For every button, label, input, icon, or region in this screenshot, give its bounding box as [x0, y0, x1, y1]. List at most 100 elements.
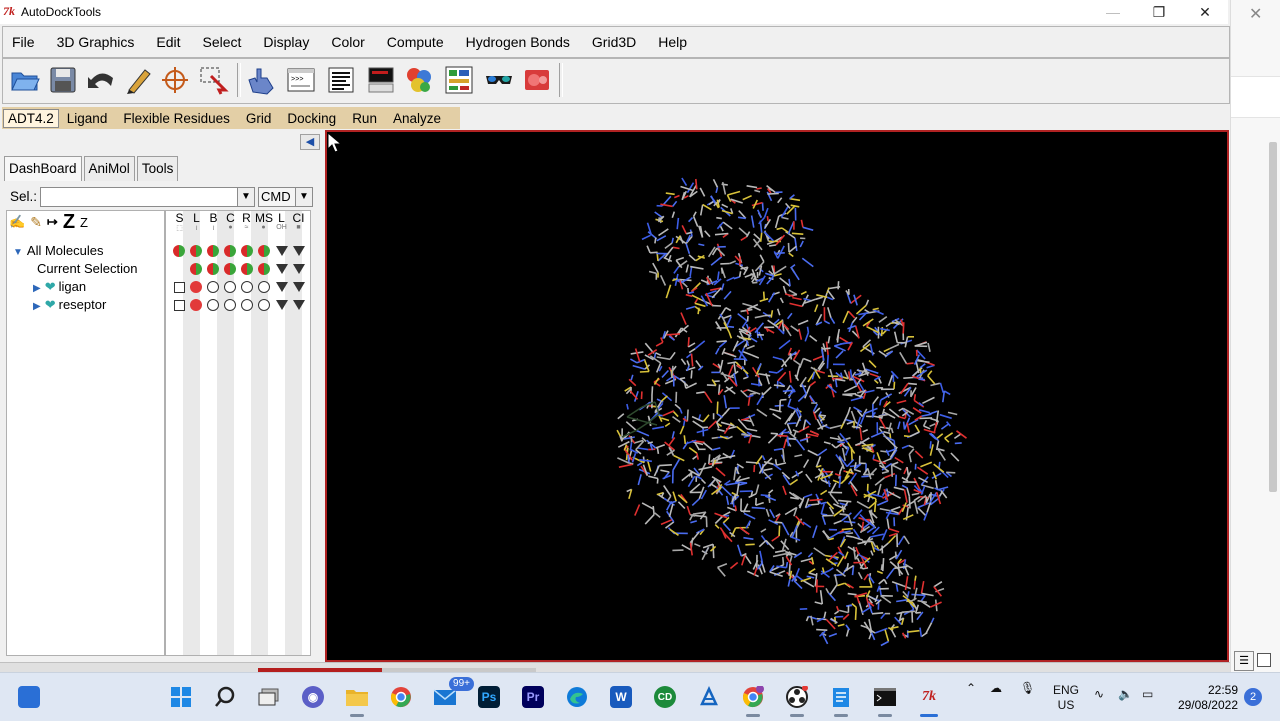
toggle-b-current[interactable] [207, 263, 219, 275]
toggle-b-all[interactable] [207, 245, 219, 257]
clock[interactable]: 22:59 29/08/2022 [1168, 683, 1238, 713]
toggle-ms-ligan[interactable] [258, 281, 270, 293]
selection-dropdown-icon[interactable]: ▼ [237, 187, 255, 207]
onedrive-icon[interactable]: ☁ [990, 681, 1002, 695]
show-hidden-icons-icon[interactable]: ⌃ [966, 681, 976, 695]
task-view-icon[interactable] [252, 681, 286, 713]
notification-badge[interactable]: 2 [1244, 688, 1262, 706]
adt-menu-ligand[interactable]: Ligand [59, 111, 116, 126]
notepad-icon[interactable] [824, 681, 858, 713]
toggle-l-ligan[interactable] [190, 281, 202, 293]
tree-item-ligan[interactable]: ▶❤ligan [33, 279, 86, 295]
menu-ci-reseptor-icon[interactable] [293, 300, 305, 310]
col-header-b[interactable]: B [205, 211, 222, 225]
menu-hydrogen-bonds[interactable]: Hydrogen Bonds [457, 34, 579, 50]
menu-display[interactable]: Display [254, 34, 318, 50]
3d-viewer-canvas[interactable] [325, 130, 1229, 662]
search-icon[interactable] [208, 681, 242, 713]
resize-box-icon[interactable] [1257, 653, 1271, 667]
pencil-tool-icon[interactable]: ✎ [30, 214, 42, 231]
save-icon[interactable] [45, 62, 81, 98]
autodocktools-taskbar-icon[interactable]: 7k [912, 681, 946, 713]
molecule-structure[interactable] [327, 132, 1227, 660]
premiere-icon[interactable]: Pr [516, 681, 550, 713]
collapse-panel-arrow-icon[interactable]: ◀ [300, 134, 320, 150]
menu-select[interactable]: Select [194, 34, 251, 50]
toggle-r-all[interactable] [241, 245, 253, 257]
toggle-ms-all[interactable] [258, 245, 270, 257]
menu-color[interactable]: Color [322, 34, 373, 50]
hand-icon[interactable] [243, 62, 279, 98]
select-tool-icon[interactable]: ✍ [9, 214, 25, 230]
toggle-b-ligan[interactable] [207, 281, 219, 293]
obs-icon[interactable] [780, 681, 814, 713]
expand-triangle-icon[interactable]: ▶ [33, 301, 41, 312]
col-header-l2[interactable]: L [273, 211, 290, 225]
menu-edit[interactable]: Edit [147, 34, 189, 50]
adt-menu-analyze[interactable]: Analyze [385, 111, 449, 126]
tree-item-all-molecules[interactable]: ▼All Molecules [13, 243, 104, 258]
z-large-icon[interactable]: Z [63, 211, 75, 234]
photoshop-icon[interactable]: Ps [472, 681, 506, 713]
menu-l-all-icon[interactable] [276, 246, 288, 256]
cmd-select[interactable]: CMD [258, 187, 296, 207]
color-molecule-icon[interactable] [401, 62, 437, 98]
wifi-icon[interactable]: ∿ [1094, 687, 1104, 701]
menu-l-reseptor-icon[interactable] [276, 300, 288, 310]
minimize-icon[interactable]: — [1090, 0, 1136, 24]
chrome-profile-icon[interactable] [736, 681, 770, 713]
col-header-ms[interactable]: MS [255, 211, 272, 225]
microphone-icon[interactable]: 🎙 [1020, 681, 1035, 695]
toggle-l-current[interactable] [190, 263, 202, 275]
discovery-studio-icon[interactable] [692, 681, 726, 713]
menu-ci-ligan-icon[interactable] [293, 282, 305, 292]
toggle-b-reseptor[interactable] [207, 299, 219, 311]
cmd-dropdown-icon[interactable]: ▼ [295, 187, 313, 207]
open-folder-icon[interactable] [7, 62, 43, 98]
menu-file[interactable]: File [3, 34, 44, 50]
chemdraw-icon[interactable]: CD [648, 681, 682, 713]
crosshair-icon[interactable] [157, 62, 193, 98]
volume-icon[interactable]: 🔈 [1118, 687, 1133, 701]
toggle-r-ligan[interactable] [241, 281, 253, 293]
windows-start-icon[interactable] [164, 681, 198, 713]
word-icon[interactable]: W [604, 681, 638, 713]
col-header-l[interactable]: L [188, 211, 205, 225]
z-small-icon[interactable]: Z [80, 215, 88, 230]
col-header-s[interactable]: S [171, 211, 188, 225]
tree-item-reseptor[interactable]: ▶❤reseptor [33, 297, 106, 313]
toggle-c-reseptor[interactable] [224, 299, 236, 311]
col-header-c[interactable]: C [222, 211, 239, 225]
adt-menu-flexible-residues[interactable]: Flexible Residues [115, 111, 238, 126]
toggle-l-reseptor[interactable] [190, 299, 202, 311]
movie-icon[interactable] [519, 62, 555, 98]
collapse-triangle-icon[interactable]: ▼ [13, 247, 23, 258]
menu-compute[interactable]: Compute [378, 34, 453, 50]
toggle-c-current[interactable] [224, 263, 236, 275]
checkbox-s-ligan[interactable] [174, 282, 185, 293]
toggle-c-ligan[interactable] [224, 281, 236, 293]
python-shell-icon[interactable]: >>> [283, 62, 319, 98]
menu-ci-all-icon[interactable] [293, 246, 305, 256]
menu-help[interactable]: Help [649, 34, 696, 50]
battery-icon[interactable]: ▭ [1142, 687, 1153, 701]
edge-icon[interactable] [560, 681, 594, 713]
file-explorer-icon[interactable] [340, 681, 374, 713]
col-header-r[interactable]: R [238, 211, 255, 225]
monitor-icon[interactable] [363, 62, 399, 98]
background-close-icon[interactable]: ✕ [1249, 4, 1262, 24]
menu-3d-graphics[interactable]: 3D Graphics [48, 34, 144, 50]
tab-dashboard[interactable]: DashBoard [4, 156, 82, 181]
menu-l-current-icon[interactable] [276, 264, 288, 274]
width-tool-icon[interactable]: ↦ [47, 214, 58, 230]
stereo-glasses-icon[interactable] [481, 62, 517, 98]
terminal-icon[interactable] [868, 681, 902, 713]
toggle-l-all[interactable] [190, 245, 202, 257]
pencil-icon[interactable] [121, 62, 157, 98]
col-header-ci[interactable]: CI [290, 211, 307, 225]
menu-ci-current-icon[interactable] [293, 264, 305, 274]
tab-animol[interactable]: AniMol [84, 156, 135, 181]
menu-lines-icon[interactable]: ☰ [1234, 651, 1254, 671]
mail-icon[interactable]: 99+ [428, 681, 462, 713]
language-indicator[interactable]: ENG US [1050, 683, 1082, 713]
